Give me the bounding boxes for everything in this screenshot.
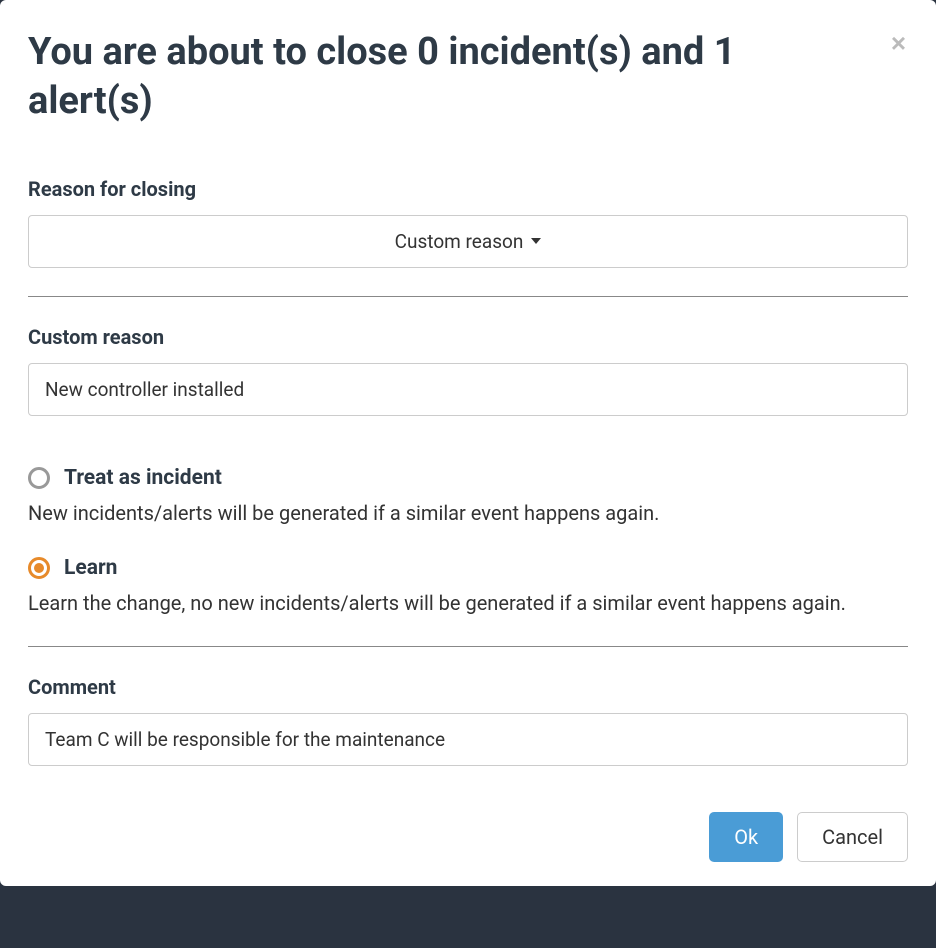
caret-down-icon [531, 238, 541, 244]
divider [28, 646, 908, 647]
modal-footer: Ok Cancel [28, 812, 908, 862]
cancel-button[interactable]: Cancel [797, 812, 908, 862]
radio-desc-treat-as-incident: New incidents/alerts will be generated i… [28, 498, 908, 528]
radio-desc-learn: Learn the change, no new incidents/alert… [28, 588, 908, 618]
radio-treat-as-incident[interactable] [28, 467, 50, 489]
comment-label: Comment [28, 675, 908, 699]
radio-label-treat-as-incident: Treat as incident [64, 466, 222, 490]
radio-learn[interactable] [28, 557, 50, 579]
radio-option-treat-as-incident: Treat as incident New incidents/alerts w… [28, 466, 908, 528]
reason-selected-value: Custom reason [395, 230, 524, 253]
radio-option-learn: Learn Learn the change, no new incidents… [28, 556, 908, 618]
modal-title: You are about to close 0 incident(s) and… [28, 28, 908, 127]
ok-button[interactable]: Ok [709, 812, 783, 862]
radio-group: Treat as incident New incidents/alerts w… [28, 466, 908, 618]
close-incident-modal: × You are about to close 0 incident(s) a… [0, 0, 936, 886]
radio-label-learn: Learn [64, 556, 117, 580]
divider [28, 296, 908, 297]
custom-reason-input[interactable] [28, 363, 908, 416]
custom-reason-label: Custom reason [28, 325, 908, 349]
comment-input[interactable] [28, 713, 908, 766]
close-icon[interactable]: × [891, 30, 906, 56]
radio-header: Learn [28, 556, 908, 580]
reason-for-closing-label: Reason for closing [28, 177, 908, 201]
reason-dropdown[interactable]: Custom reason [28, 215, 908, 268]
radio-header: Treat as incident [28, 466, 908, 490]
